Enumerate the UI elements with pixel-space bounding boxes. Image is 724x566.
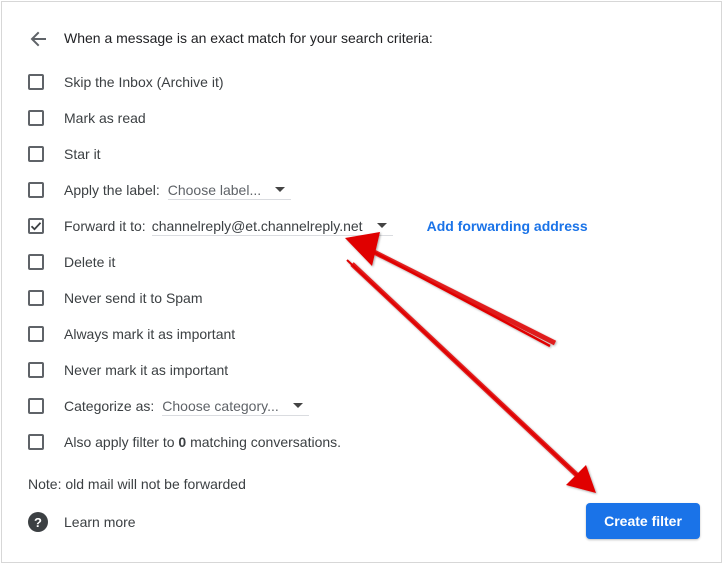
help-circle-icon: ? bbox=[28, 512, 48, 532]
option-always-important[interactable]: Always mark it as important bbox=[28, 324, 235, 344]
label-select[interactable]: Choose label... bbox=[167, 180, 292, 200]
mark-read-label: Mark as read bbox=[64, 110, 146, 126]
also-apply-checkbox[interactable] bbox=[28, 434, 44, 450]
delete-label: Delete it bbox=[64, 254, 116, 270]
option-forward[interactable]: Forward it to: channelreply@et.channelre… bbox=[28, 216, 588, 236]
category-select[interactable]: Choose category... bbox=[162, 396, 309, 416]
option-delete[interactable]: Delete it bbox=[28, 252, 115, 272]
option-star[interactable]: Star it bbox=[28, 144, 101, 164]
star-checkbox[interactable] bbox=[28, 146, 44, 162]
option-never-spam[interactable]: Never send it to Spam bbox=[28, 288, 203, 308]
forward-checkbox[interactable] bbox=[28, 218, 44, 234]
option-never-important[interactable]: Never mark it as important bbox=[28, 360, 228, 380]
never-important-checkbox[interactable] bbox=[28, 362, 44, 378]
filter-header-title: When a message is an exact match for you… bbox=[64, 30, 433, 46]
chevron-down-icon bbox=[292, 403, 303, 408]
learn-more-label: Learn more bbox=[64, 514, 136, 530]
also-apply-prefix: Also apply filter to bbox=[64, 434, 179, 450]
forward-address-select[interactable]: channelreply@et.channelreply.net bbox=[151, 216, 393, 236]
skip-inbox-checkbox[interactable] bbox=[28, 74, 44, 90]
never-spam-checkbox[interactable] bbox=[28, 290, 44, 306]
apply-label-label: Apply the label: bbox=[64, 182, 160, 198]
also-apply-label: Also apply filter to 0 matching conversa… bbox=[64, 434, 341, 450]
filter-actions-panel: When a message is an exact match for you… bbox=[1, 1, 722, 563]
never-spam-label: Never send it to Spam bbox=[64, 290, 203, 306]
forward-note: Note: old mail will not be forwarded bbox=[28, 476, 246, 492]
add-forwarding-address-link[interactable]: Add forwarding address bbox=[427, 218, 588, 234]
chevron-down-icon bbox=[376, 223, 387, 228]
also-apply-suffix: matching conversations. bbox=[186, 434, 342, 450]
categorize-label: Categorize as: bbox=[64, 398, 155, 414]
delete-checkbox[interactable] bbox=[28, 254, 44, 270]
always-important-label: Always mark it as important bbox=[64, 326, 236, 342]
apply-label-checkbox[interactable] bbox=[28, 182, 44, 198]
option-skip-inbox[interactable]: Skip the Inbox (Archive it) bbox=[28, 72, 224, 92]
categorize-checkbox[interactable] bbox=[28, 398, 44, 414]
chevron-down-icon bbox=[275, 187, 286, 192]
always-important-checkbox[interactable] bbox=[28, 326, 44, 342]
mark-read-checkbox[interactable] bbox=[28, 110, 44, 126]
filter-header: When a message is an exact match for you… bbox=[28, 28, 433, 50]
skip-inbox-label: Skip the Inbox (Archive it) bbox=[64, 74, 224, 90]
option-mark-read[interactable]: Mark as read bbox=[28, 108, 146, 128]
label-select-value: Choose label... bbox=[167, 181, 262, 198]
learn-more-link[interactable]: ? Learn more bbox=[28, 512, 136, 532]
forward-address-value: channelreply@et.channelreply.net bbox=[151, 217, 363, 234]
never-important-label: Never mark it as important bbox=[64, 362, 229, 378]
option-apply-label[interactable]: Apply the label: Choose label... bbox=[28, 180, 292, 200]
star-label: Star it bbox=[64, 146, 101, 162]
option-also-apply[interactable]: Also apply filter to 0 matching conversa… bbox=[28, 432, 341, 452]
create-filter-button[interactable]: Create filter bbox=[586, 503, 700, 539]
option-categorize[interactable]: Categorize as: Choose category... bbox=[28, 396, 309, 416]
forward-label: Forward it to: bbox=[64, 218, 146, 234]
category-select-value: Choose category... bbox=[162, 397, 279, 414]
checkmark-icon bbox=[30, 222, 42, 231]
arrow-left-icon[interactable] bbox=[28, 29, 48, 49]
